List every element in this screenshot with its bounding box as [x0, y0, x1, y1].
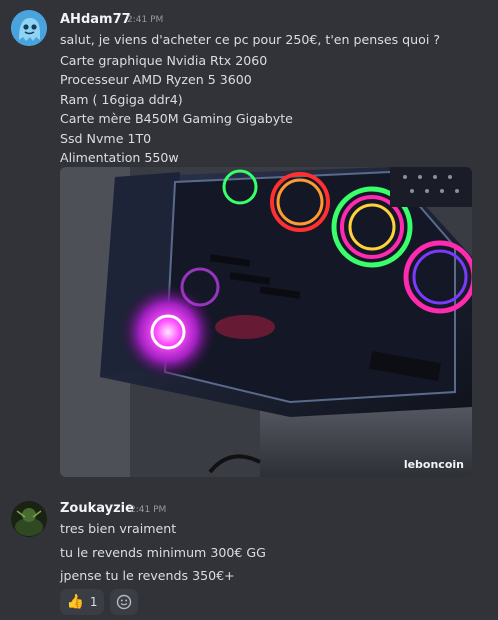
message-line: tres bien vraiment [60, 521, 177, 536]
message-line: Ssd Nvme 1T0 [60, 131, 152, 146]
avatar[interactable] [11, 501, 47, 537]
add-reaction-button[interactable] [110, 589, 138, 615]
message-line: Alimentation 550w [60, 150, 179, 165]
timestamp: 2:41 PM [130, 505, 167, 515]
message-line: tu le revends minimum 300€ GG [60, 545, 266, 560]
message-line: Processeur AMD Ryzen 5 3600 [60, 72, 252, 87]
message-line: Carte mère B450M Gaming Gigabyte [60, 111, 293, 126]
pc-photo-attachment[interactable]: leboncoin [60, 167, 472, 477]
message-line: Carte graphique Nvidia Rtx 2060 [60, 53, 268, 68]
username[interactable]: AHdam77 [60, 12, 131, 27]
thumbs-up-reaction[interactable]: 👍 1 [60, 589, 104, 615]
add-reaction-icon [116, 594, 132, 610]
blue-ghost-avatar-icon [11, 10, 47, 46]
thumbs-up-icon: 👍 [66, 594, 84, 610]
message-line: Ram ( 16giga ddr4) [60, 92, 183, 107]
gaming-pc-image [60, 167, 472, 477]
reaction-count: 1 [89, 595, 98, 609]
message-line: salut, je viens d'acheter ce pc pour 250… [60, 32, 441, 47]
timestamp: 2:41 PM [127, 15, 164, 25]
leboncoin-watermark: leboncoin [403, 458, 464, 471]
avatar[interactable] [11, 10, 47, 46]
dark-green-avatar-icon [11, 501, 47, 537]
username[interactable]: Zoukayzie [60, 501, 134, 516]
message-line: jpense tu le revends 350€+ [60, 568, 235, 583]
